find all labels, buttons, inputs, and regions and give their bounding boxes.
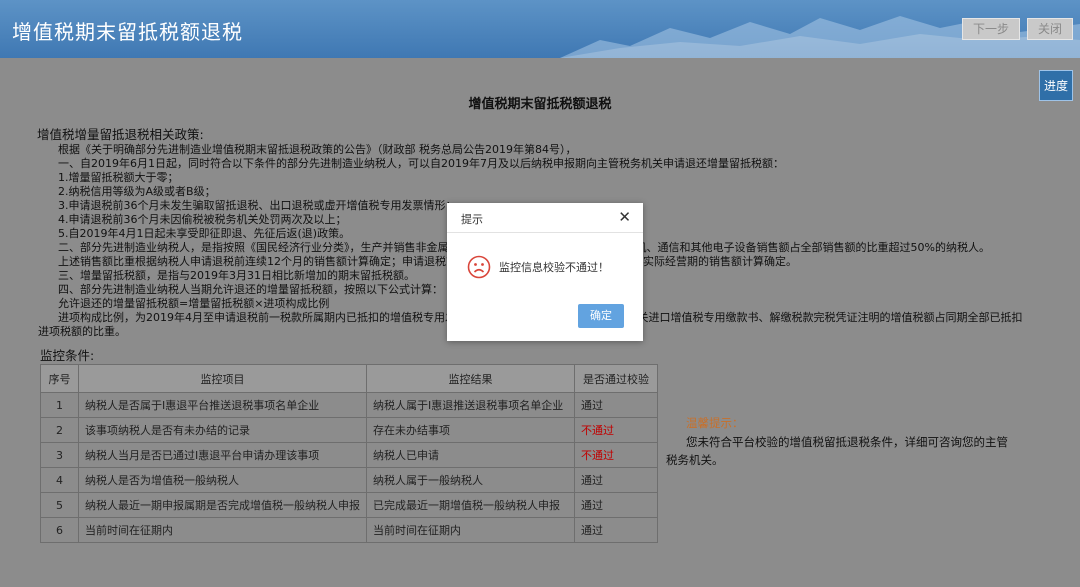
page-title: 增值税期末留抵税额退税 (468, 97, 612, 112)
alert-dialog: 提示 ✕ 监控信息校验不通过！ 确定 (447, 203, 643, 341)
monitor-item: 当前时间在征期内 (78, 517, 367, 543)
policy-line: 根据《关于明确部分先进制造业增值税期末留抵退税政策的公告》（财政部 税务总局公告… (58, 143, 577, 156)
dialog-header: 提示 ✕ (447, 203, 643, 233)
monitor-result: 纳税人已申请 (366, 442, 575, 468)
header-bar: 增值税期末留抵税额退税 下一步 关闭 (0, 0, 1080, 58)
pass-status: 通过 (574, 392, 658, 418)
fail-status: 不通过 (574, 442, 658, 468)
sad-face-icon (467, 255, 491, 279)
monitor-result: 纳税人属于一般纳税人 (366, 467, 575, 493)
table-row: 1 纳税人是否属于I惠退平台推送退税事项名单企业 纳税人属于I惠退推送退税事项名… (40, 392, 658, 418)
policy-line: 2.纳税信用等级为A级或者B级； (58, 185, 216, 198)
dialog-message-row: 监控信息校验不通过！ (467, 255, 609, 279)
policy-section-title: 增值税增量留抵退税相关政策: (37, 127, 204, 142)
confirm-button[interactable]: 确定 (578, 304, 624, 328)
dialog-message: 监控信息校验不通过！ (499, 261, 609, 274)
monitor-item: 该事项纳税人是否有未办结的记录 (78, 417, 367, 443)
tip-body: 您未符合平台校验的增值税留抵退税条件，详细可咨询您的主管税务机关。 (666, 435, 1008, 467)
pass-status: 通过 (574, 517, 658, 543)
monitor-result: 存在未办结事项 (366, 417, 575, 443)
row-number: 4 (40, 467, 79, 493)
app-title: 增值税期末留抵税额退税 (12, 20, 243, 44)
row-number: 3 (40, 442, 79, 468)
column-header: 序号 (40, 364, 79, 393)
column-header: 监控结果 (366, 364, 575, 393)
monitor-result: 纳税人属于I惠退推送退税事项名单企业 (366, 392, 575, 418)
monitor-item: 纳税人是否属于I惠退平台推送退税事项名单企业 (78, 392, 367, 418)
row-number: 2 (40, 417, 79, 443)
row-number: 6 (40, 517, 79, 543)
table-header-row: 序号 监控项目 监控结果 是否通过校验 (40, 364, 658, 393)
table-row: 6 当前时间在征期内 当前时间在征期内 通过 (40, 517, 658, 543)
row-number: 5 (40, 492, 79, 518)
table-row: 5 纳税人最近一期申报属期是否完成增值税一般纳税人申报 已完成最近一期增值税一般… (40, 492, 658, 518)
row-number: 1 (40, 392, 79, 418)
monitor-result: 已完成最近一期增值税一般纳税人申报 (366, 492, 575, 518)
monitor-table: 序号 监控项目 监控结果 是否通过校验 1 纳税人是否属于I惠退平台推送退税事项… (40, 364, 658, 543)
policy-line: 一、自2019年6月1日起，同时符合以下条件的部分先进制造业纳税人，可以自201… (58, 157, 784, 170)
dialog-title: 提示 (461, 213, 483, 226)
column-header: 监控项目 (78, 364, 367, 393)
monitor-item: 纳税人最近一期申报属期是否完成增值税一般纳税人申报 (78, 492, 367, 518)
policy-line: 1.增量留抵税额大于零； (58, 171, 179, 184)
monitor-section-title: 监控条件: (40, 348, 95, 363)
next-step-button[interactable]: 下一步 (962, 18, 1020, 40)
table-row: 4 纳税人是否为增值税一般纳税人 纳税人属于一般纳税人 通过 (40, 467, 658, 493)
pass-status: 通过 (574, 492, 658, 518)
table-row: 2 该事项纳税人是否有未办结的记录 存在未办结事项 不通过 (40, 417, 658, 443)
tip-title: 温馨提示： (686, 416, 744, 430)
monitor-item: 纳税人是否为增值税一般纳税人 (78, 467, 367, 493)
column-header: 是否通过校验 (574, 364, 658, 393)
pass-status: 通过 (574, 467, 658, 493)
close-button[interactable]: 关闭 (1027, 18, 1073, 40)
monitor-result: 当前时间在征期内 (366, 517, 575, 543)
fail-status: 不通过 (574, 417, 658, 443)
table-row: 3 纳税人当月是否已通过I惠退平台申请办理该事项 纳税人已申请 不通过 (40, 442, 658, 468)
close-icon[interactable]: ✕ (618, 208, 631, 226)
monitor-item: 纳税人当月是否已通过I惠退平台申请办理该事项 (78, 442, 367, 468)
